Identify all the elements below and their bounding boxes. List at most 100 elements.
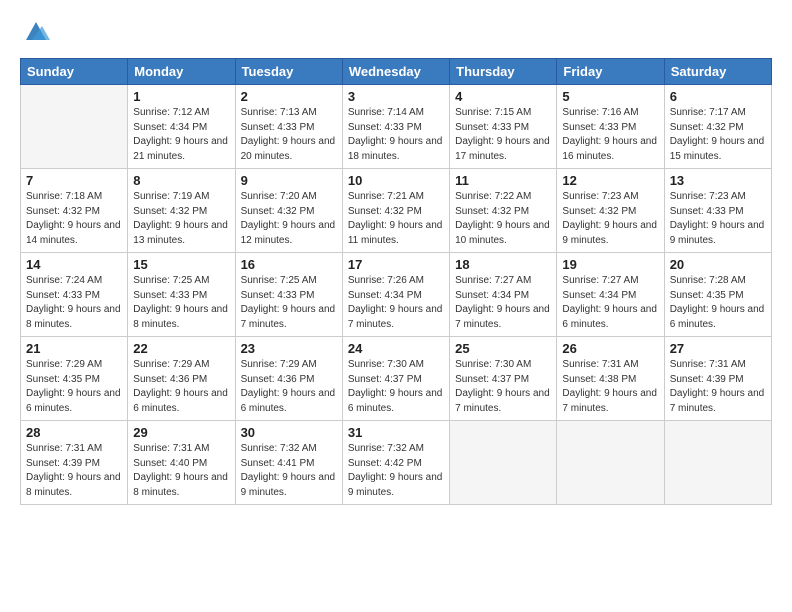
day-number: 10	[348, 173, 444, 188]
calendar-cell: 5 Sunrise: 7:16 AMSunset: 4:33 PMDaylight…	[557, 85, 664, 169]
calendar-cell	[450, 421, 557, 505]
calendar-cell: 25Sunrise: 7:30 AMSunset: 4:37 PMDayligh…	[450, 337, 557, 421]
calendar-cell: 3 Sunrise: 7:14 AMSunset: 4:33 PMDaylight…	[342, 85, 449, 169]
cell-info: Sunrise: 7:29 AMSunset: 4:36 PMDaylight:…	[133, 358, 229, 416]
calendar-cell: 23 Sunrise: 7:29 AMSunset: 4:36 PMDayligh…	[235, 337, 342, 421]
calendar-cell: 26 Sunrise: 7:31 AMSunset: 4:38 PMDayligh…	[557, 337, 664, 421]
calendar-cell	[664, 421, 771, 505]
logo	[20, 18, 50, 46]
calendar-cell: 27Sunrise: 7:31 AMSunset: 4:39 PMDayligh…	[664, 337, 771, 421]
cell-info: Sunrise: 7:14 AMSunset: 4:33 PMDaylight:…	[348, 106, 444, 164]
calendar-cell: 28 Sunrise: 7:31 AMSunset: 4:39 PMDayligh…	[21, 421, 128, 505]
cell-info: Sunrise: 7:26 AMSunset: 4:34 PMDaylight:…	[348, 274, 444, 332]
day-number: 21	[26, 341, 122, 356]
day-number: 25	[455, 341, 551, 356]
cell-info: Sunrise: 7:23 AMSunset: 4:33 PMDaylight:…	[670, 190, 766, 248]
cell-info: Sunrise: 7:21 AMSunset: 4:32 PMDaylight:…	[348, 190, 444, 248]
day-number: 26	[562, 341, 658, 356]
cell-info: Sunrise: 7:30 AMSunset: 4:37 PMDaylight:…	[348, 358, 444, 416]
day-number: 24	[348, 341, 444, 356]
calendar-week-1: 1 Sunrise: 7:12 AMSunset: 4:34 PMDaylight…	[21, 85, 772, 169]
day-number: 5	[562, 89, 658, 104]
calendar-week-5: 28 Sunrise: 7:31 AMSunset: 4:39 PMDayligh…	[21, 421, 772, 505]
cell-info: Sunrise: 7:27 AMSunset: 4:34 PMDaylight:…	[455, 274, 551, 332]
calendar-cell: 20 Sunrise: 7:28 AMSunset: 4:35 PMDayligh…	[664, 253, 771, 337]
calendar-cell: 10 Sunrise: 7:21 AMSunset: 4:32 PMDayligh…	[342, 169, 449, 253]
day-number: 28	[26, 425, 122, 440]
cell-info: Sunrise: 7:12 AMSunset: 4:34 PMDaylight:…	[133, 106, 229, 164]
calendar-cell: 30 Sunrise: 7:32 AMSunset: 4:41 PMDayligh…	[235, 421, 342, 505]
day-number: 2	[241, 89, 337, 104]
calendar-cell	[557, 421, 664, 505]
day-number: 19	[562, 257, 658, 272]
day-number: 4	[455, 89, 551, 104]
calendar-cell: 24 Sunrise: 7:30 AMSunset: 4:37 PMDayligh…	[342, 337, 449, 421]
calendar-cell: 14Sunrise: 7:24 AMSunset: 4:33 PMDayligh…	[21, 253, 128, 337]
cell-info: Sunrise: 7:25 AMSunset: 4:33 PMDaylight:…	[133, 274, 229, 332]
day-number: 11	[455, 173, 551, 188]
day-number: 14	[26, 257, 122, 272]
calendar-cell: 6Sunrise: 7:17 AMSunset: 4:32 PMDaylight…	[664, 85, 771, 169]
calendar-cell: 13 Sunrise: 7:23 AMSunset: 4:33 PMDayligh…	[664, 169, 771, 253]
day-number: 16	[241, 257, 337, 272]
calendar-cell	[21, 85, 128, 169]
calendar-cell: 12 Sunrise: 7:23 AMSunset: 4:32 PMDayligh…	[557, 169, 664, 253]
day-number: 30	[241, 425, 337, 440]
cell-info: Sunrise: 7:23 AMSunset: 4:32 PMDaylight:…	[562, 190, 658, 248]
day-number: 22	[133, 341, 229, 356]
day-number: 9	[241, 173, 337, 188]
day-number: 12	[562, 173, 658, 188]
cell-info: Sunrise: 7:31 AMSunset: 4:39 PMDaylight:…	[670, 358, 766, 416]
calendar-cell: 29 Sunrise: 7:31 AMSunset: 4:40 PMDayligh…	[128, 421, 235, 505]
cell-info: Sunrise: 7:28 AMSunset: 4:35 PMDaylight:…	[670, 274, 766, 332]
day-number: 1	[133, 89, 229, 104]
day-number: 18	[455, 257, 551, 272]
day-number: 20	[670, 257, 766, 272]
day-number: 13	[670, 173, 766, 188]
day-number: 15	[133, 257, 229, 272]
weekday-header-row: SundayMondayTuesdayWednesdayThursdayFrid…	[21, 59, 772, 85]
calendar-cell: 8 Sunrise: 7:19 AMSunset: 4:32 PMDaylight…	[128, 169, 235, 253]
page: SundayMondayTuesdayWednesdayThursdayFrid…	[0, 0, 792, 612]
day-number: 8	[133, 173, 229, 188]
calendar-cell: 15 Sunrise: 7:25 AMSunset: 4:33 PMDayligh…	[128, 253, 235, 337]
weekday-monday: Monday	[128, 59, 235, 85]
cell-info: Sunrise: 7:29 AMSunset: 4:36 PMDaylight:…	[241, 358, 337, 416]
calendar-cell: 22 Sunrise: 7:29 AMSunset: 4:36 PMDayligh…	[128, 337, 235, 421]
calendar-cell: 16 Sunrise: 7:25 AMSunset: 4:33 PMDayligh…	[235, 253, 342, 337]
day-number: 23	[241, 341, 337, 356]
weekday-tuesday: Tuesday	[235, 59, 342, 85]
calendar-cell: 21Sunrise: 7:29 AMSunset: 4:35 PMDayligh…	[21, 337, 128, 421]
calendar-cell: 4 Sunrise: 7:15 AMSunset: 4:33 PMDaylight…	[450, 85, 557, 169]
calendar-cell: 17 Sunrise: 7:26 AMSunset: 4:34 PMDayligh…	[342, 253, 449, 337]
calendar-cell: 11 Sunrise: 7:22 AMSunset: 4:32 PMDayligh…	[450, 169, 557, 253]
cell-info: Sunrise: 7:25 AMSunset: 4:33 PMDaylight:…	[241, 274, 337, 332]
cell-info: Sunrise: 7:19 AMSunset: 4:32 PMDaylight:…	[133, 190, 229, 248]
day-number: 3	[348, 89, 444, 104]
cell-info: Sunrise: 7:31 AMSunset: 4:40 PMDaylight:…	[133, 442, 229, 500]
calendar-table: SundayMondayTuesdayWednesdayThursdayFrid…	[20, 58, 772, 505]
calendar-week-3: 14Sunrise: 7:24 AMSunset: 4:33 PMDayligh…	[21, 253, 772, 337]
calendar-cell: 19 Sunrise: 7:27 AMSunset: 4:34 PMDayligh…	[557, 253, 664, 337]
cell-info: Sunrise: 7:32 AMSunset: 4:42 PMDaylight:…	[348, 442, 444, 500]
calendar-cell: 7Sunrise: 7:18 AMSunset: 4:32 PMDaylight…	[21, 169, 128, 253]
cell-info: Sunrise: 7:15 AMSunset: 4:33 PMDaylight:…	[455, 106, 551, 164]
day-number: 29	[133, 425, 229, 440]
day-number: 31	[348, 425, 444, 440]
weekday-sunday: Sunday	[21, 59, 128, 85]
weekday-wednesday: Wednesday	[342, 59, 449, 85]
cell-info: Sunrise: 7:31 AMSunset: 4:39 PMDaylight:…	[26, 442, 122, 500]
cell-info: Sunrise: 7:20 AMSunset: 4:32 PMDaylight:…	[241, 190, 337, 248]
cell-info: Sunrise: 7:32 AMSunset: 4:41 PMDaylight:…	[241, 442, 337, 500]
cell-info: Sunrise: 7:22 AMSunset: 4:32 PMDaylight:…	[455, 190, 551, 248]
cell-info: Sunrise: 7:31 AMSunset: 4:38 PMDaylight:…	[562, 358, 658, 416]
header	[20, 18, 772, 46]
cell-info: Sunrise: 7:17 AMSunset: 4:32 PMDaylight:…	[670, 106, 766, 164]
weekday-saturday: Saturday	[664, 59, 771, 85]
day-number: 17	[348, 257, 444, 272]
calendar-week-2: 7Sunrise: 7:18 AMSunset: 4:32 PMDaylight…	[21, 169, 772, 253]
weekday-thursday: Thursday	[450, 59, 557, 85]
cell-info: Sunrise: 7:16 AMSunset: 4:33 PMDaylight:…	[562, 106, 658, 164]
cell-info: Sunrise: 7:27 AMSunset: 4:34 PMDaylight:…	[562, 274, 658, 332]
calendar-cell: 9 Sunrise: 7:20 AMSunset: 4:32 PMDaylight…	[235, 169, 342, 253]
